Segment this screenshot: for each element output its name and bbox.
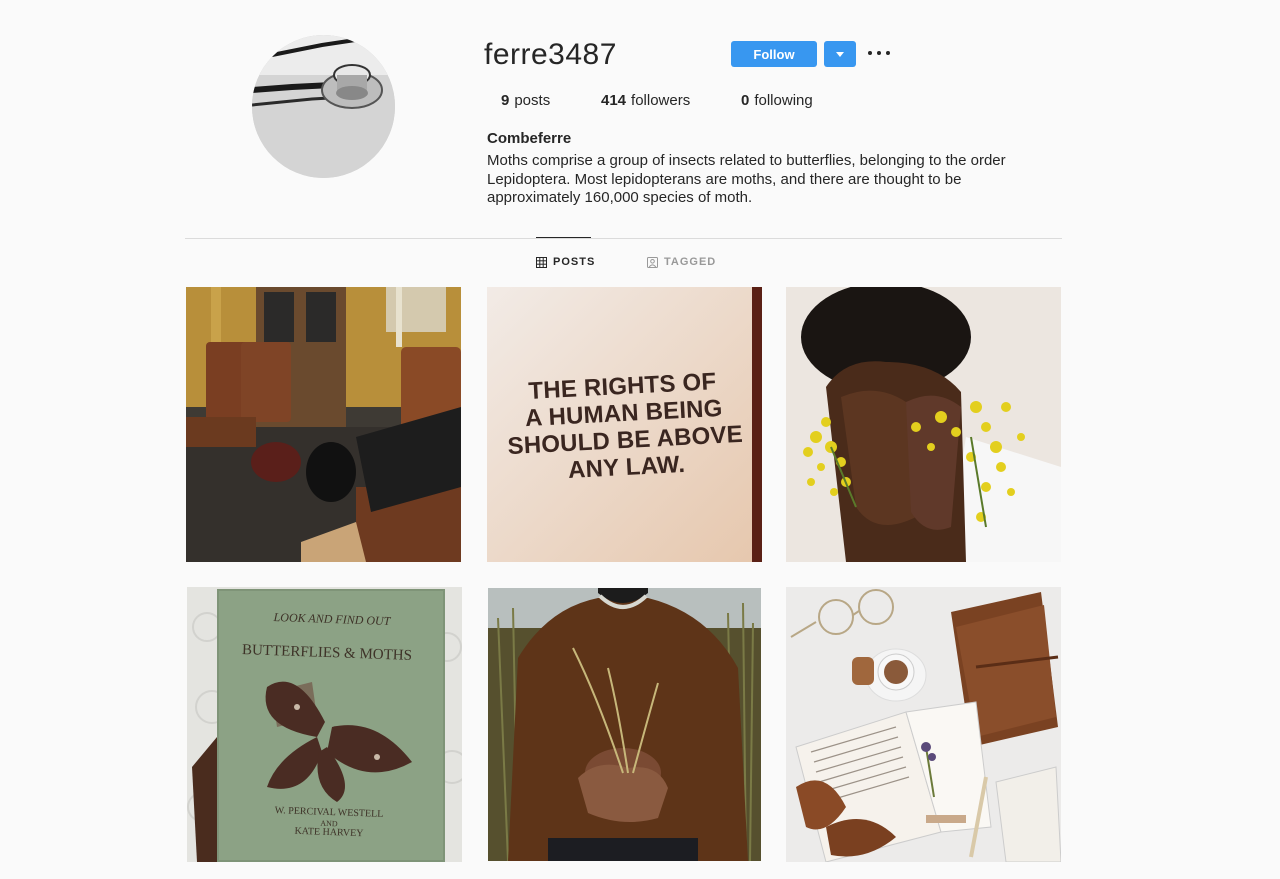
more-options-button[interactable] bbox=[868, 44, 890, 62]
post-image bbox=[186, 287, 461, 562]
post-tile-desk[interactable] bbox=[786, 587, 1061, 862]
avatar[interactable] bbox=[252, 35, 395, 178]
tagged-icon bbox=[647, 256, 658, 268]
posts-count: 9 posts bbox=[501, 92, 551, 109]
full-name: Combeferre bbox=[487, 130, 572, 147]
caret-down-icon bbox=[836, 51, 844, 57]
active-tab-indicator bbox=[536, 237, 591, 238]
profile-page: ferre3487 Follow 9 posts 414 followers 0 fo… bbox=[0, 0, 1280, 879]
grid-icon bbox=[536, 256, 547, 268]
tabs-divider bbox=[185, 238, 1062, 239]
followers-count[interactable]: 414 followers bbox=[601, 92, 690, 109]
post-image bbox=[488, 588, 761, 861]
post-image bbox=[786, 287, 1061, 562]
post-tile-train[interactable] bbox=[186, 287, 461, 562]
bio: Moths comprise a group of insects relate… bbox=[487, 152, 1006, 206]
post-tile-grass[interactable] bbox=[488, 588, 763, 863]
post-tile-sign[interactable]: THE RIGHTS OF A HUMAN BEING SHOULD BE AB… bbox=[487, 287, 762, 562]
suggestions-dropdown-button[interactable] bbox=[824, 41, 856, 67]
username: ferre3487 bbox=[484, 38, 617, 71]
post-tile-flowers[interactable] bbox=[786, 287, 1061, 562]
tab-tagged[interactable]: TAGGED bbox=[647, 256, 716, 268]
more-options-icon bbox=[868, 51, 872, 55]
post-tile-book[interactable]: LOOK AND FIND OUT BUTTERFLIES & MOTHS W.… bbox=[187, 587, 462, 862]
sign-text: THE RIGHTS OF A HUMAN BEING SHOULD BE AB… bbox=[506, 368, 744, 484]
stethoscope-icon bbox=[252, 35, 395, 178]
post-image bbox=[786, 587, 1061, 862]
tab-posts[interactable]: POSTS bbox=[536, 256, 595, 268]
follow-button[interactable]: Follow bbox=[731, 41, 817, 67]
following-count[interactable]: 0 following bbox=[741, 92, 813, 109]
